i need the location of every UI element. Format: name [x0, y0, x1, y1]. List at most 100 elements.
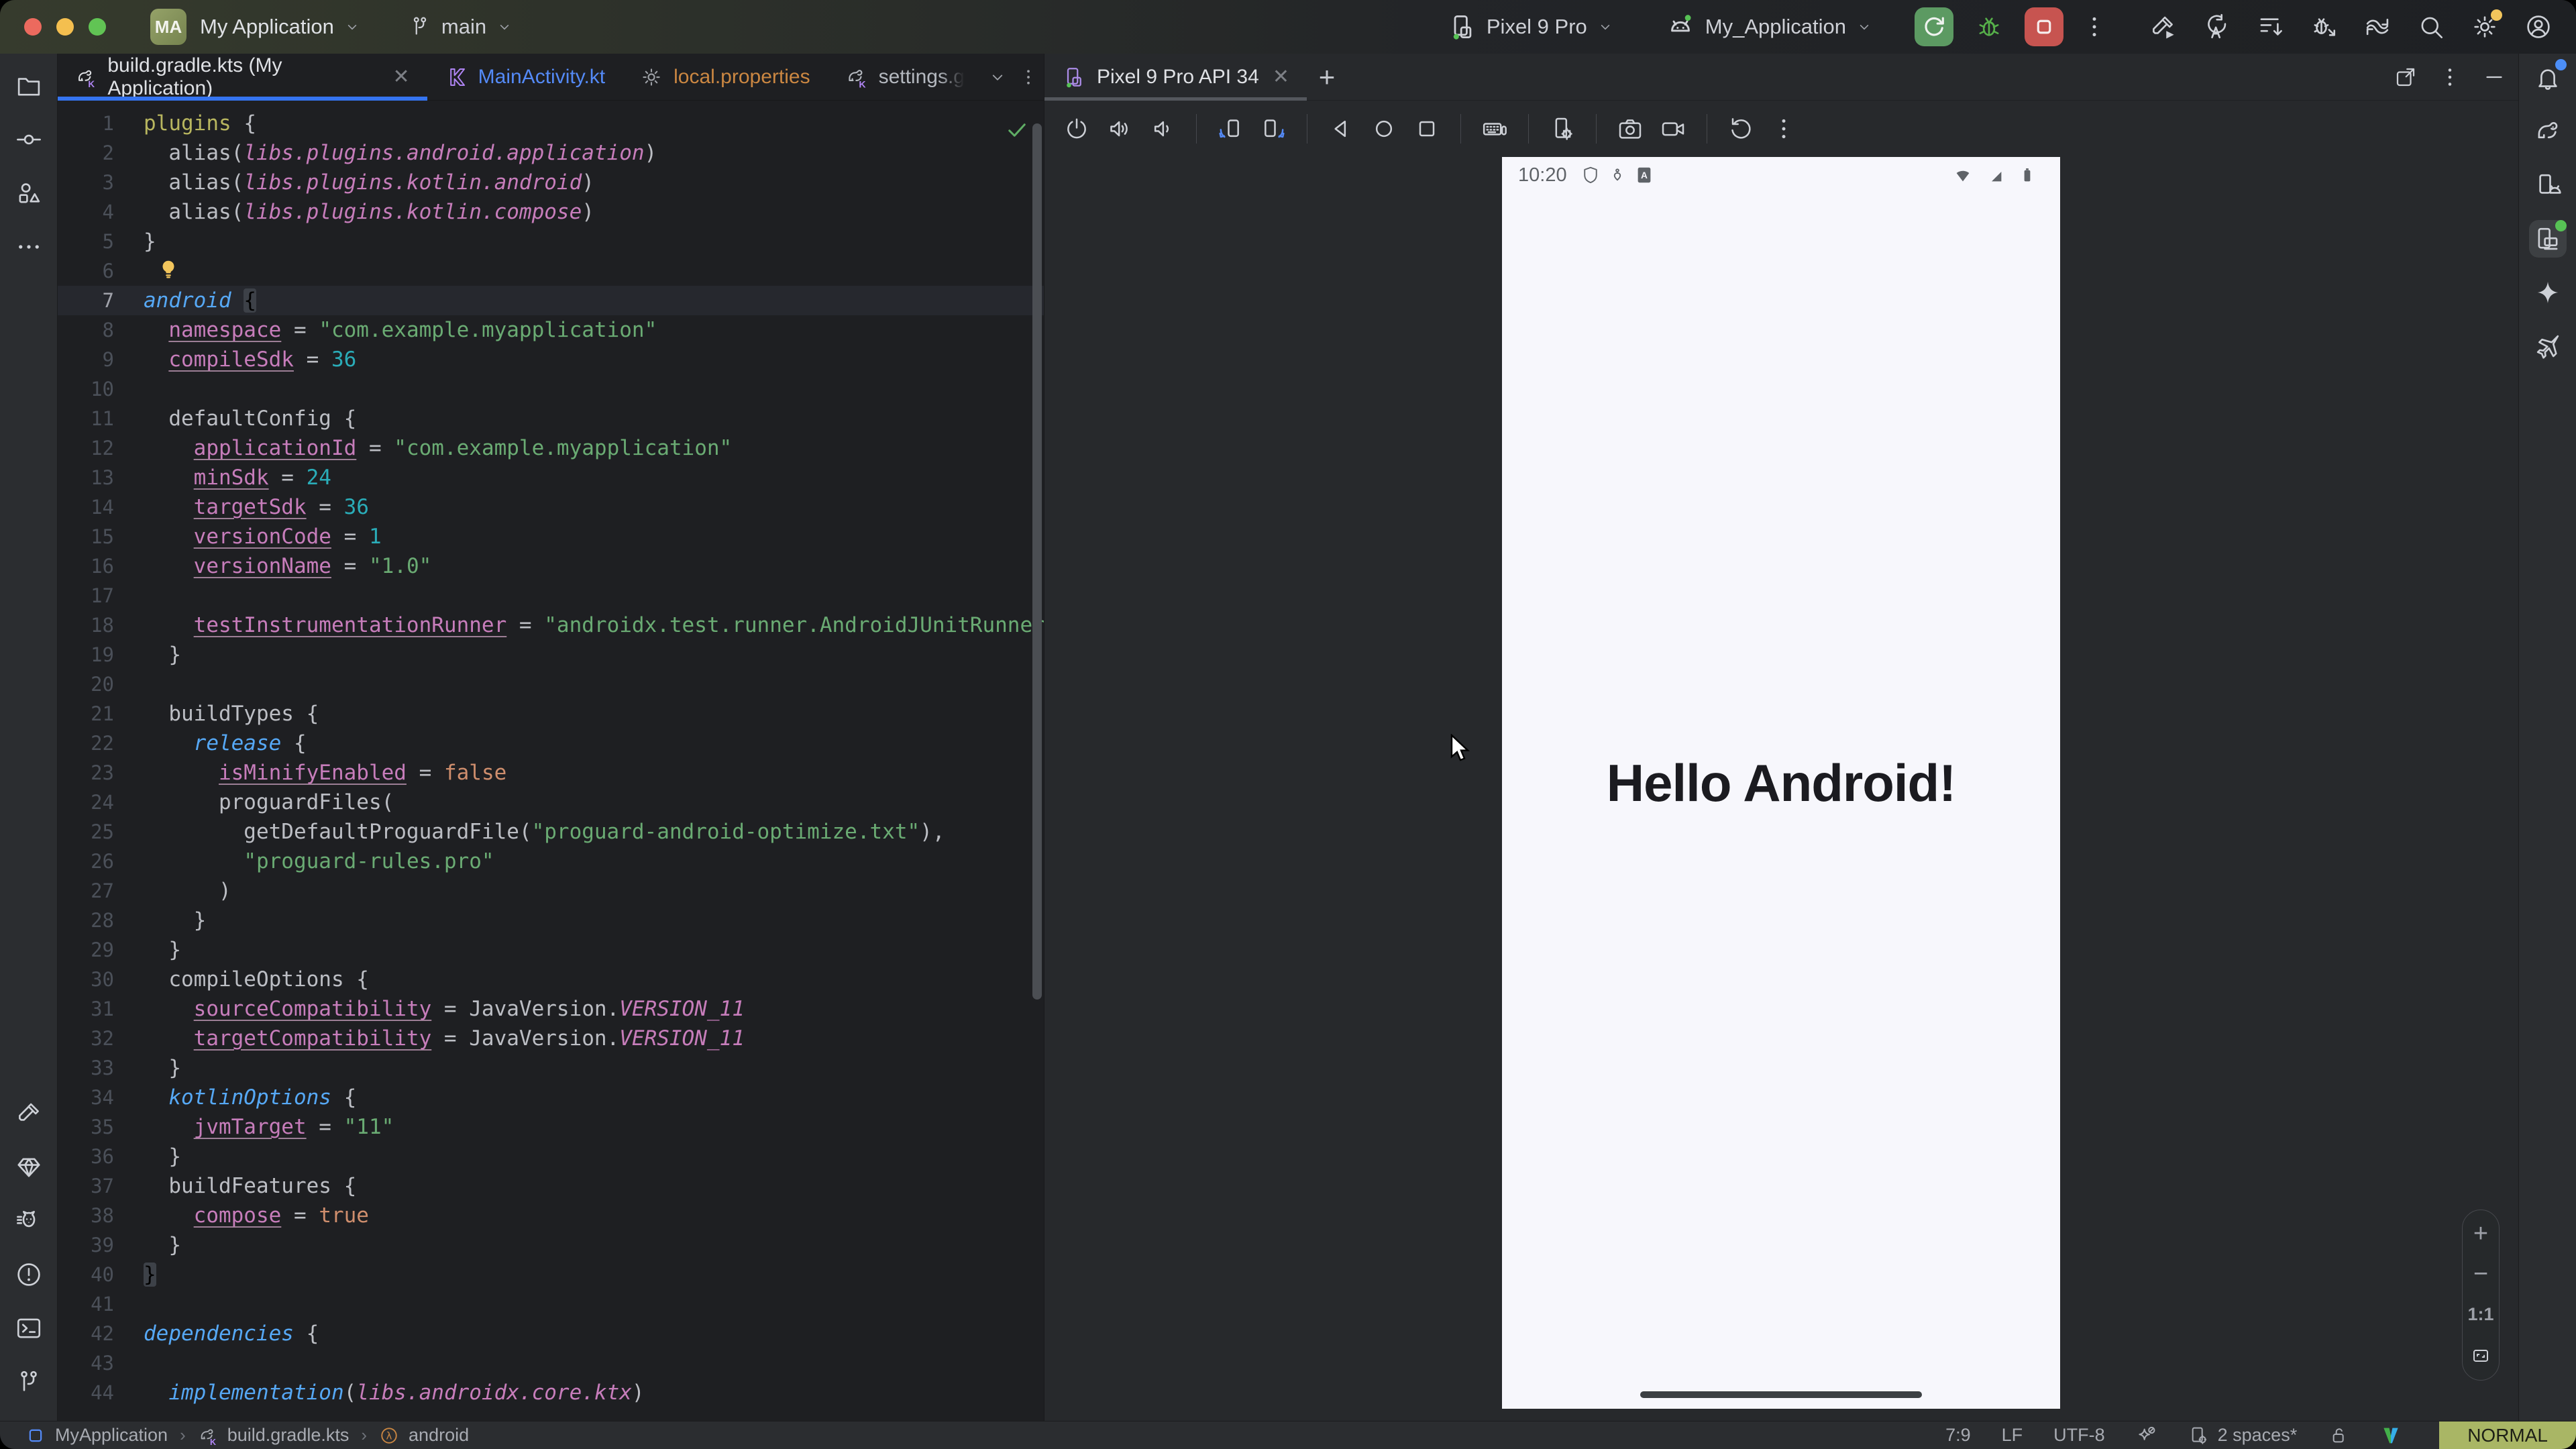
code-line[interactable]: 27 ): [58, 876, 1044, 906]
code-line[interactable]: 4 alias(libs.plugins.kotlin.compose): [58, 197, 1044, 227]
quality-insights-gem-icon[interactable]: [10, 1148, 48, 1186]
more-tools-icon[interactable]: [10, 228, 48, 266]
minimize-window-button[interactable]: [56, 18, 74, 36]
code-line[interactable]: 6: [58, 256, 1044, 286]
project-selector[interactable]: My Application: [200, 15, 361, 39]
code-line[interactable]: 29 }: [58, 935, 1044, 965]
attach-debugger-icon[interactable]: [2306, 9, 2341, 44]
tab-local-properties[interactable]: local.properties: [623, 54, 827, 100]
terminal-icon[interactable]: [10, 1309, 48, 1347]
code-line[interactable]: 7android {: [58, 286, 1044, 315]
hidden-tabs-chevron-icon[interactable]: [982, 54, 1013, 100]
profiler-chart-icon[interactable]: [2253, 9, 2288, 44]
tab-settings-gradle[interactable]: K settings.g: [828, 54, 982, 100]
zoom-reset-button[interactable]: 1:1: [2467, 1304, 2493, 1325]
rotate-left-icon[interactable]: [1212, 110, 1249, 148]
search-icon[interactable]: [2414, 9, 2449, 44]
device-selector[interactable]: Pixel 9 Pro: [1448, 12, 1614, 42]
running-devices-icon[interactable]: [2529, 220, 2567, 258]
home-icon[interactable]: [1365, 110, 1403, 148]
code-line[interactable]: 33 }: [58, 1053, 1044, 1083]
problems-icon[interactable]: [10, 1256, 48, 1293]
close-tab-icon[interactable]: ✕: [393, 65, 410, 89]
run-configuration-selector[interactable]: My_Application: [1665, 11, 1873, 42]
tab-options-kebab-icon[interactable]: [1013, 54, 1044, 100]
rerun-button[interactable]: [1915, 7, 1953, 46]
code-line[interactable]: 1plugins {: [58, 109, 1044, 138]
volume-up-icon[interactable]: [1101, 110, 1138, 148]
code-line[interactable]: 34 kotlinOptions {: [58, 1083, 1044, 1112]
code-line[interactable]: 11 defaultConfig {: [58, 404, 1044, 433]
emulator-screen[interactable]: 10:20 A Hello Android!: [1502, 157, 2060, 1409]
code-line[interactable]: 39 }: [58, 1230, 1044, 1260]
home-indicator[interactable]: [1640, 1391, 1922, 1398]
code-line[interactable]: 30 compileOptions {: [58, 965, 1044, 994]
panel-options-kebab-icon[interactable]: [2438, 65, 2462, 89]
sync-project-icon[interactable]: [2360, 9, 2395, 44]
snapshot-reset-icon[interactable]: [1722, 110, 1760, 148]
screenshot-camera-icon[interactable]: [1611, 110, 1649, 148]
rotate-right-icon[interactable]: [1254, 110, 1292, 148]
breadcrumb-project[interactable]: MyApplication: [25, 1425, 168, 1446]
open-in-window-icon[interactable]: [2394, 65, 2418, 89]
zoom-window-button[interactable]: [89, 18, 106, 36]
device-manager-icon[interactable]: [2529, 166, 2567, 204]
code-line[interactable]: 31 sourceCompatibility = JavaVersion.VER…: [58, 994, 1044, 1024]
gradle-elephant-icon[interactable]: [2529, 113, 2567, 150]
tab-mainactivity[interactable]: MainActivity.kt: [427, 54, 623, 100]
structure-icon[interactable]: [10, 174, 48, 212]
code-line[interactable]: 8 namespace = "com.example.myapplication…: [58, 315, 1044, 345]
sync-all-icon[interactable]: [2199, 9, 2234, 44]
code-line[interactable]: 12 applicationId = "com.example.myapplic…: [58, 433, 1044, 463]
code-line[interactable]: 24 proguardFiles(: [58, 788, 1044, 817]
more-run-options-kebab-icon[interactable]: [2081, 9, 2108, 45]
code-line[interactable]: 9 compileSdk = 36: [58, 345, 1044, 374]
profiler-cat-icon[interactable]: [10, 1202, 48, 1240]
code-line[interactable]: 15 versionCode = 1: [58, 522, 1044, 551]
build-hammer-run-icon[interactable]: [2145, 9, 2180, 44]
code-line[interactable]: 10: [58, 374, 1044, 404]
code-line[interactable]: 32 targetCompatibility = JavaVersion.VER…: [58, 1024, 1044, 1053]
breadcrumb-file[interactable]: K build.gradle.kts: [198, 1425, 350, 1446]
screen-record-icon[interactable]: [1654, 110, 1692, 148]
code-line[interactable]: 26 "proguard-rules.pro": [58, 847, 1044, 876]
notifications-bell-icon[interactable]: [2529, 59, 2567, 97]
code-line[interactable]: 13 minSdk = 24: [58, 463, 1044, 492]
code-line[interactable]: 37 buildFeatures {: [58, 1171, 1044, 1201]
settings-icon[interactable]: [2467, 9, 2502, 44]
power-icon[interactable]: [1058, 110, 1095, 148]
debug-button[interactable]: [1971, 9, 2007, 45]
ideavim-icon[interactable]: [2380, 1425, 2402, 1446]
commit-icon[interactable]: [10, 121, 48, 158]
keyboard-icon[interactable]: [1476, 110, 1513, 148]
breadcrumb-element[interactable]: λ android: [379, 1425, 469, 1446]
code-editor[interactable]: 1plugins {2 alias(libs.plugins.android.a…: [58, 101, 1044, 1421]
code-line[interactable]: 25 getDefaultProguardFile("proguard-andr…: [58, 817, 1044, 847]
airplane-icon[interactable]: [2529, 327, 2567, 365]
tab-build-gradle[interactable]: K build.gradle.kts (My Application) ✕: [58, 54, 427, 100]
inspections-ok-icon[interactable]: [1005, 118, 1029, 142]
account-icon[interactable]: [2521, 9, 2556, 44]
overview-icon[interactable]: [1408, 110, 1446, 148]
volume-down-icon[interactable]: [1144, 110, 1181, 148]
code-line[interactable]: 40}: [58, 1260, 1044, 1289]
line-ending-widget[interactable]: LF: [2002, 1425, 2023, 1446]
code-line[interactable]: 38 compose = true: [58, 1201, 1044, 1230]
code-line[interactable]: 19 }: [58, 640, 1044, 669]
version-control-icon[interactable]: [10, 1363, 48, 1401]
code-line[interactable]: 21 buildTypes {: [58, 699, 1044, 729]
hide-panel-icon[interactable]: [2482, 65, 2506, 89]
zoom-in-button[interactable]: +: [2473, 1224, 2488, 1244]
code-line[interactable]: 41: [58, 1289, 1044, 1319]
code-line[interactable]: 43: [58, 1348, 1044, 1378]
code-line[interactable]: 20: [58, 669, 1044, 699]
lock-open-icon[interactable]: [2328, 1425, 2349, 1446]
code-line[interactable]: 36 }: [58, 1142, 1044, 1171]
add-device-tab-button[interactable]: +: [1307, 54, 1347, 100]
code-line[interactable]: 28 }: [58, 906, 1044, 935]
code-line[interactable]: 14 targetSdk = 36: [58, 492, 1044, 522]
code-line[interactable]: 18 testInstrumentationRunner = "androidx…: [58, 610, 1044, 640]
code-line[interactable]: 23 isMinifyEnabled = false: [58, 758, 1044, 788]
caret-position-widget[interactable]: 7:9: [1945, 1425, 1971, 1446]
code-line[interactable]: 17: [58, 581, 1044, 610]
